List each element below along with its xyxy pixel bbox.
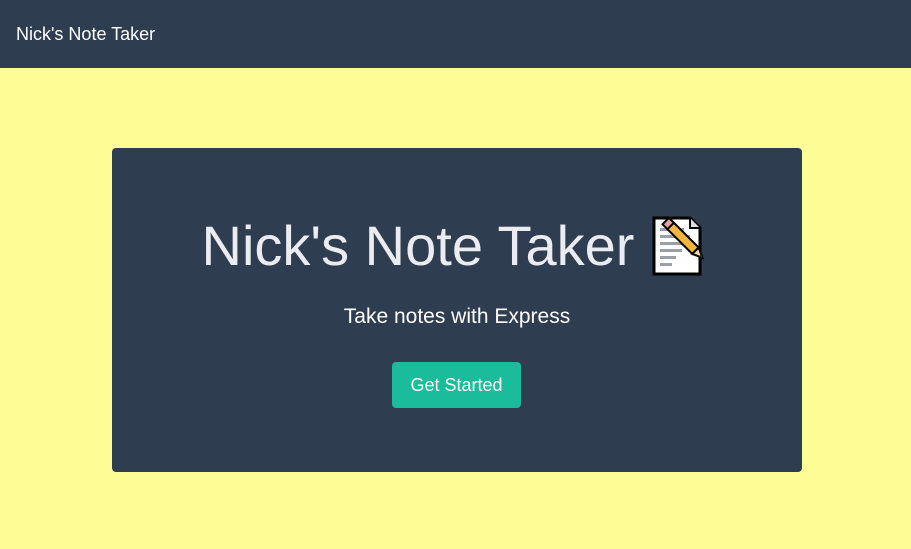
navbar: Nick's Note Taker [0,0,911,68]
navbar-brand-link[interactable]: Nick's Note Taker [16,24,155,45]
page-title: Nick's Note Taker [201,214,635,277]
hero-panel: Nick's Note Taker Take notes with Expres… [112,148,802,472]
memo-pencil-icon [648,214,712,278]
hero-title-row: Nick's Note Taker [112,214,802,278]
get-started-button[interactable]: Get Started [392,362,521,408]
hero-subtitle: Take notes with Express [343,305,571,328]
